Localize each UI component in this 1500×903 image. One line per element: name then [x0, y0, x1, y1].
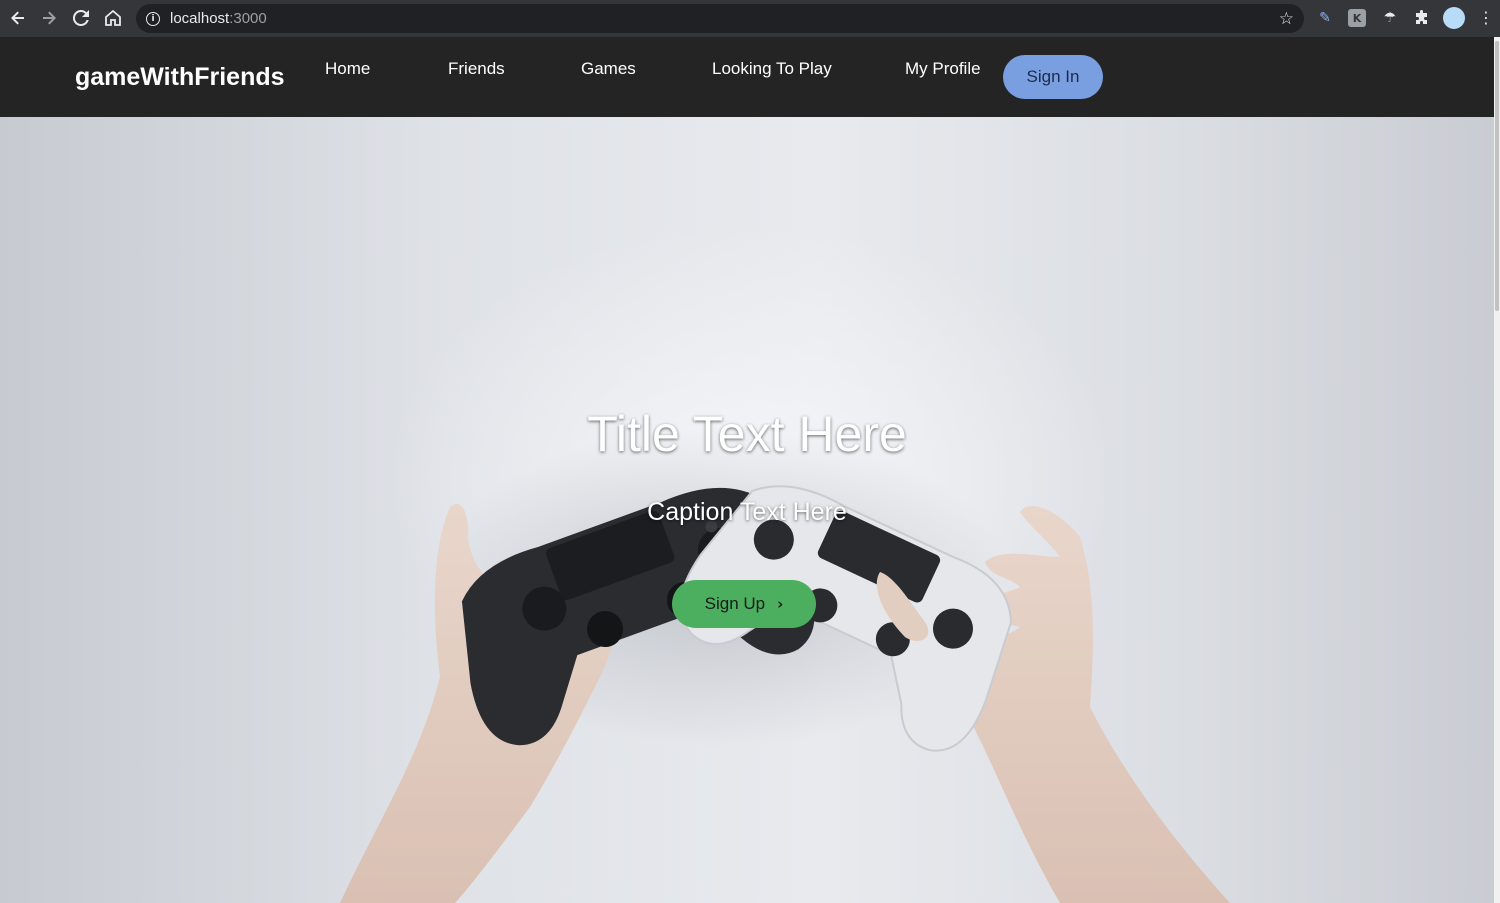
- pen-extension-icon[interactable]: ✎: [1315, 8, 1335, 28]
- nav-link-my-profile[interactable]: My Profile: [905, 59, 981, 79]
- chevron-right-icon: ›: [777, 595, 784, 613]
- address-bar[interactable]: i localhost:3000 ☆: [136, 4, 1304, 33]
- reload-icon[interactable]: [65, 2, 97, 34]
- browser-toolbar: i localhost:3000 ☆ ✎ K ☂ ⋮: [0, 0, 1500, 37]
- forward-arrow-icon[interactable]: [33, 2, 65, 34]
- back-arrow-icon[interactable]: [2, 2, 34, 34]
- star-icon[interactable]: ☆: [1279, 9, 1294, 29]
- kebab-menu-icon[interactable]: ⋮: [1478, 8, 1494, 27]
- url-host: localhost: [170, 10, 230, 27]
- hero-section: Title Text Here Caption Text Here Sign U…: [0, 117, 1494, 903]
- home-icon[interactable]: [97, 2, 129, 34]
- page-viewport: gameWithFriends Home Friends Games Looki…: [0, 37, 1494, 903]
- puzzle-extensions-icon[interactable]: [1412, 8, 1432, 28]
- hero-title: Title Text Here: [587, 406, 907, 462]
- profile-avatar[interactable]: [1443, 7, 1465, 29]
- nav-link-home[interactable]: Home: [325, 59, 370, 79]
- url-port: :3000: [229, 10, 267, 27]
- scrollbar-thumb[interactable]: [1495, 41, 1499, 311]
- nav-link-looking-to-play[interactable]: Looking To Play: [712, 59, 832, 79]
- brand-logo[interactable]: gameWithFriends: [75, 63, 285, 92]
- k-extension-icon[interactable]: K: [1348, 9, 1366, 27]
- site-navbar: gameWithFriends Home Friends Games Looki…: [0, 37, 1494, 117]
- site-info-icon[interactable]: i: [146, 11, 160, 26]
- sign-in-button[interactable]: Sign In: [1003, 55, 1103, 99]
- sign-up-label: Sign Up: [704, 594, 766, 613]
- page-scrollbar[interactable]: [1494, 37, 1500, 903]
- sign-up-button[interactable]: Sign Up ›: [672, 580, 816, 628]
- nav-link-games[interactable]: Games: [581, 59, 636, 79]
- mushroom-extension-icon[interactable]: ☂: [1380, 8, 1400, 28]
- nav-link-friends[interactable]: Friends: [448, 59, 505, 79]
- hero-caption: Caption Text Here: [647, 498, 847, 526]
